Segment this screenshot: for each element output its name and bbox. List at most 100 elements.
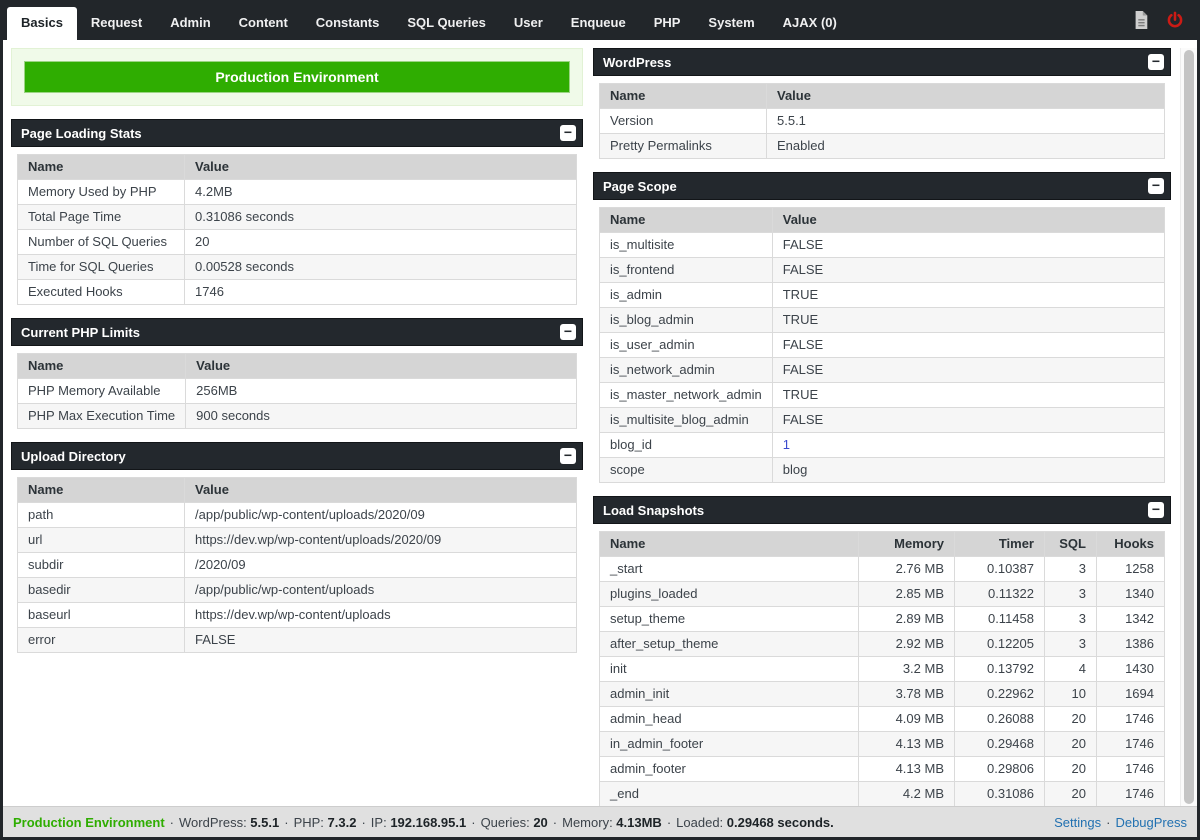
table-row: url https://dev.wp/wp-content/uploads/202… — [17, 527, 577, 553]
tab-bar-actions — [1132, 0, 1200, 40]
column-header-name: Name — [599, 207, 773, 233]
status-link-debugpress[interactable]: DebugPress — [1115, 815, 1187, 830]
table-cell: Memory Used by PHP — [17, 179, 185, 205]
table-row: admin_head 4.09 MB 0.26088 20 1746 — [599, 706, 1165, 732]
table-cell: 3 — [1044, 556, 1097, 582]
status-separator: · — [169, 814, 175, 830]
table-cell: 20 — [1044, 706, 1097, 732]
report-icon[interactable] — [1132, 10, 1150, 30]
tab-content[interactable]: Content — [225, 7, 302, 40]
status-bar: Production Environment · WordPress: 5.5.1… — [3, 806, 1197, 837]
left-column: Production Environment Page Loading Stat… — [11, 48, 583, 806]
table-cell: 3 — [1044, 581, 1097, 607]
table-cell: 20 — [1044, 756, 1097, 782]
tab-sql-queries[interactable]: SQL Queries — [393, 7, 500, 40]
table-row: Total Page Time 0.31086 seconds — [17, 204, 577, 230]
table-cell: plugins_loaded — [599, 581, 859, 607]
table-cell: 1340 — [1096, 581, 1165, 607]
panel-table: Name Value is_multisite FALSE is_frontend FAL… — [599, 207, 1166, 483]
table-cell: is_user_admin — [599, 332, 773, 358]
tab-user[interactable]: User — [500, 7, 557, 40]
table-cell: init — [599, 656, 859, 682]
table-row: setup_theme 2.89 MB 0.11458 3 1342 — [599, 606, 1165, 632]
table-cell: TRUE — [771, 382, 1166, 408]
tab-ajax-0[interactable]: AJAX (0) — [769, 7, 851, 40]
collapse-icon[interactable]: − — [560, 125, 576, 141]
table-cell: 1342 — [1096, 606, 1165, 632]
right-column: WordPress − Name Value Version 5.5.1 Pretty Pe… — [593, 48, 1171, 806]
table-row: Executed Hooks 1746 — [17, 279, 577, 305]
tab-php[interactable]: PHP — [640, 7, 695, 40]
table-cell: 20 — [1044, 781, 1097, 806]
status-item-value: 20 — [533, 814, 548, 830]
environment-banner-box: Production Environment — [11, 48, 583, 106]
table-row: is_multisite_blog_admin FALSE — [599, 407, 1166, 433]
column-header-value: Value — [185, 353, 577, 379]
table-cell: subdir — [17, 552, 185, 578]
panel-header-wordpress: WordPress − — [593, 48, 1171, 76]
panel-title: Current PHP Limits — [21, 324, 140, 340]
table-row: in_admin_footer 4.13 MB 0.29468 20 1746 — [599, 731, 1165, 757]
main-content: Production Environment Page Loading Stat… — [3, 40, 1197, 806]
panel-current-php-limits: Current PHP Limits − Name Value PHP Memory A… — [11, 318, 583, 429]
table-cell: is_frontend — [599, 257, 773, 283]
table-cell: blog_id — [599, 432, 773, 458]
table-cell: 1 — [771, 432, 1166, 458]
table-cell: FALSE — [771, 332, 1166, 358]
table-header-row: Name Value — [17, 477, 577, 503]
table-cell: https://dev.wp/wp-content/uploads — [184, 602, 577, 628]
table-cell: 1746 — [1096, 731, 1165, 757]
status-item-label: WordPress: — [179, 814, 251, 830]
table-row: _start 2.76 MB 0.10387 3 1258 — [599, 556, 1165, 582]
collapse-icon[interactable]: − — [560, 448, 576, 464]
table-row: is_frontend FALSE — [599, 257, 1166, 283]
table-cell: 900 seconds — [185, 403, 577, 429]
tab-enqueue[interactable]: Enqueue — [557, 7, 640, 40]
tab-basics[interactable]: Basics — [7, 7, 77, 40]
tab-bar: Basics Request Admin Content Constants SQL Qu… — [0, 0, 1200, 40]
table-cell: setup_theme — [599, 606, 859, 632]
panel-header-upload-directory: Upload Directory − — [11, 442, 583, 470]
table-cell: Time for SQL Queries — [17, 254, 185, 280]
collapse-icon[interactable]: − — [1148, 54, 1164, 70]
collapse-icon[interactable]: − — [1148, 178, 1164, 194]
table-cell: 4.13 MB — [858, 756, 955, 782]
table-cell: is_master_network_admin — [599, 382, 773, 408]
panel-title: Page Loading Stats — [21, 125, 142, 141]
table-cell: 3.2 MB — [858, 656, 955, 682]
status-item-label: Queries: — [480, 814, 534, 830]
table-cell: _start — [599, 556, 859, 582]
tab-admin[interactable]: Admin — [156, 7, 224, 40]
table-header-row: Name Value — [599, 207, 1166, 233]
power-icon[interactable] — [1166, 10, 1184, 30]
table-cell: 1694 — [1096, 681, 1165, 707]
panel-load-snapshots: Load Snapshots − Name Memory Timer SQL Hooks _s… — [593, 496, 1171, 806]
collapse-icon[interactable]: − — [560, 324, 576, 340]
table-cell: error — [17, 627, 185, 653]
table-cell: 0.31086 — [954, 781, 1045, 806]
table-cell: 0.13792 — [954, 656, 1045, 682]
table-row: is_blog_admin TRUE — [599, 307, 1166, 333]
status-link-settings[interactable]: Settings — [1054, 815, 1101, 830]
panel-wordpress: WordPress − Name Value Version 5.5.1 Pretty Pe… — [593, 48, 1171, 159]
panel-table: Name Value PHP Memory Available 256MB PHP Ma… — [16, 353, 577, 429]
table-cell: 0.29806 — [954, 756, 1045, 782]
table-cell: is_admin — [599, 282, 773, 308]
table-row: path/app/public/wp-content/uploads/2020/… — [17, 502, 577, 528]
status-item-label: PHP: — [293, 814, 328, 830]
table-row: _end 4.2 MB 0.31086 20 1746 — [599, 781, 1165, 806]
tab-constants[interactable]: Constants — [302, 7, 394, 40]
collapse-icon[interactable]: − — [1148, 502, 1164, 518]
table-cell: 0.29468 — [954, 731, 1045, 757]
table-cell: 20 — [1044, 731, 1097, 757]
status-separator: · — [471, 814, 476, 830]
tab-request[interactable]: Request — [77, 7, 156, 40]
table-cell: is_blog_admin — [599, 307, 773, 333]
tab-system[interactable]: System — [694, 7, 768, 40]
table-cell: 3 — [1044, 606, 1097, 632]
status-item-label: Memory: — [562, 814, 617, 830]
status-item-value: 7.3.2 — [327, 814, 357, 830]
column-header-name: Name — [599, 531, 859, 557]
vertical-scrollbar[interactable] — [1180, 48, 1197, 806]
scrollbar-thumb[interactable] — [1184, 50, 1194, 804]
